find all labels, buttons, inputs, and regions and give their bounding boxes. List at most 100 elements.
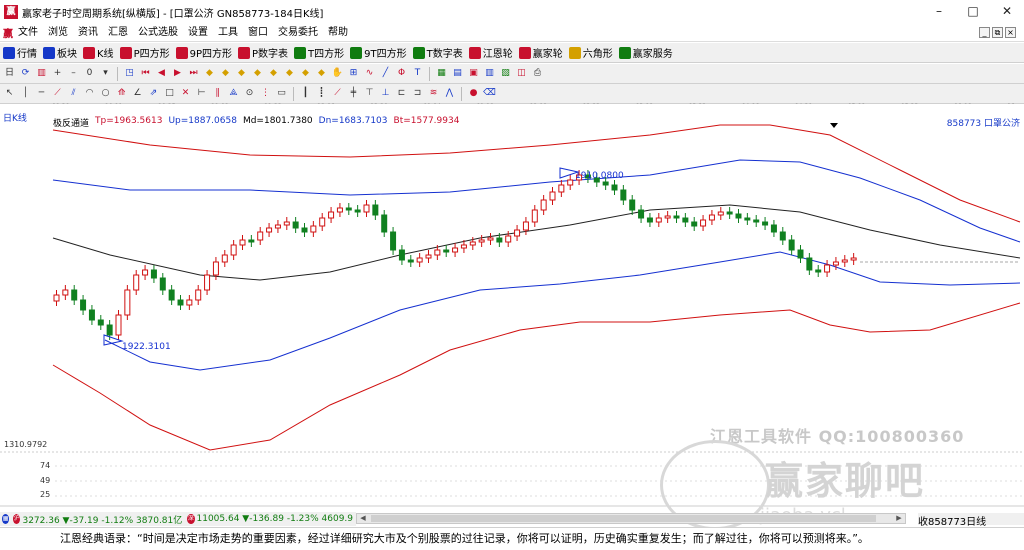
cross-icon[interactable]: ✕	[179, 87, 192, 100]
cursor-icon[interactable]: ◳	[123, 67, 136, 80]
sh-index-value: 3272.36 ▼-37.19 -1.12% 3870.81亿	[22, 515, 183, 526]
eraser-icon[interactable]: ⌫	[483, 87, 496, 100]
zigzag-icon[interactable]: ⋀	[443, 87, 456, 100]
pointer-icon[interactable]: ↖	[3, 87, 16, 100]
diamond7-icon[interactable]: ◆	[299, 67, 312, 80]
print-icon[interactable]: ⎙	[531, 67, 544, 80]
toolbar-item-9[interactable]: 江恩轮	[468, 45, 513, 60]
toolbar-item-10[interactable]: 赢家轮	[518, 45, 563, 60]
wave-icon[interactable]: ≋	[427, 87, 440, 100]
split-icon[interactable]: ╪	[347, 87, 360, 100]
gann-fan-icon[interactable]: ⟁	[227, 87, 240, 100]
arc-icon[interactable]: ◠	[83, 87, 96, 100]
hand-icon[interactable]: ✋	[331, 67, 344, 80]
measure-icon[interactable]: ⊢	[195, 87, 208, 100]
fib-icon[interactable]: Φ	[395, 67, 408, 80]
fan-icon[interactable]: ⟰	[115, 87, 128, 100]
next-icon[interactable]: ▶	[171, 67, 184, 80]
maximize-button[interactable]: □	[956, 0, 990, 24]
period-icon[interactable]: 日	[3, 67, 16, 80]
curve-icon[interactable]: ∿	[363, 67, 376, 80]
chart-type-icon[interactable]: ▥	[35, 67, 48, 80]
toolbar-item-3[interactable]: P四方形	[119, 45, 170, 60]
car-icon[interactable]: ◫	[515, 67, 528, 80]
bracket-icon[interactable]: ⊏	[395, 87, 408, 100]
toolbar-item-12[interactable]: 赢家服务	[618, 45, 673, 60]
candle-body	[611, 184, 618, 191]
candle-body	[257, 231, 264, 241]
close-button[interactable]: ✕	[990, 0, 1024, 24]
time-zone-icon[interactable]: ⋮	[259, 87, 272, 100]
menu-tools[interactable]: 工具	[213, 24, 243, 42]
bracket2-icon[interactable]: ⊐	[411, 87, 424, 100]
arrow-icon[interactable]: ⇗	[147, 87, 160, 100]
hline-icon[interactable]: ─	[35, 87, 48, 100]
diamond2-icon[interactable]: ◆	[219, 67, 232, 80]
parallel-icon[interactable]: ∥	[211, 87, 224, 100]
vline-icon[interactable]: │	[19, 87, 32, 100]
table4-icon[interactable]: ▥	[483, 67, 496, 80]
first-icon[interactable]: ⏮	[139, 67, 152, 80]
circle-icon[interactable]: ○	[99, 87, 112, 100]
trend-icon[interactable]: ⟋	[331, 87, 344, 100]
toolbar-item-1[interactable]: 板块	[43, 45, 77, 60]
toolbar-item-11[interactable]: 六角形	[568, 45, 613, 60]
angle-icon[interactable]: ∠	[131, 87, 144, 100]
menu-formula[interactable]: 公式选股	[133, 24, 183, 42]
color-icon[interactable]: ●	[467, 87, 480, 100]
diamond3-icon[interactable]: ◆	[235, 67, 248, 80]
stats-icon[interactable]: ▧	[499, 67, 512, 80]
menu-trade[interactable]: 交易委托	[273, 24, 323, 42]
box-icon[interactable]: ▭	[275, 87, 288, 100]
table3-icon[interactable]: ▣	[467, 67, 480, 80]
last-icon[interactable]: ⏭	[187, 67, 200, 80]
scroll-thumb[interactable]	[371, 515, 876, 522]
label-icon[interactable]: ⊥	[379, 87, 392, 100]
toolbar-item-6[interactable]: T四方形	[294, 45, 344, 60]
table1-icon[interactable]: ▦	[435, 67, 448, 80]
bars-icon[interactable]: ┋	[315, 87, 328, 100]
toolbar-item-4[interactable]: 9P四方形	[175, 45, 232, 60]
zoom-out-icon[interactable]: –	[67, 67, 80, 80]
menu-gann[interactable]: 汇恩	[103, 24, 133, 42]
mdi-restore-button[interactable]: ⧉	[992, 27, 1003, 38]
scroll-right-icon[interactable]: ▶	[893, 514, 905, 523]
diamond8-icon[interactable]: ◆	[315, 67, 328, 80]
horizontal-scrollbar[interactable]: ◀ ▶	[356, 513, 906, 524]
dropdown-icon[interactable]: ▾	[99, 67, 112, 80]
refresh-icon[interactable]: ⟳	[19, 67, 32, 80]
ray-icon[interactable]: ⟋	[51, 87, 64, 100]
menu-file[interactable]: 文件	[13, 24, 43, 42]
text-tool-icon[interactable]: T	[411, 67, 424, 80]
diamond6-icon[interactable]: ◆	[283, 67, 296, 80]
diamond4-icon[interactable]: ◆	[251, 67, 264, 80]
menu-browse[interactable]: 浏览	[43, 24, 73, 42]
menu-help[interactable]: 帮助	[323, 24, 353, 42]
diamond5-icon[interactable]: ◆	[267, 67, 280, 80]
minimize-button[interactable]: –	[922, 0, 956, 24]
diamond1-icon[interactable]: ◆	[203, 67, 216, 80]
toolbar-item-5[interactable]: P数字表	[238, 45, 288, 60]
candle-body	[398, 249, 405, 261]
menu-window[interactable]: 窗口	[243, 24, 273, 42]
bar-icon[interactable]: ┃	[299, 87, 312, 100]
mark-icon[interactable]: ⊤	[363, 87, 376, 100]
toolbar-item-0[interactable]: 行情	[3, 45, 37, 60]
zoom-in-icon[interactable]: +	[51, 67, 64, 80]
menu-settings[interactable]: 设置	[183, 24, 213, 42]
channel-icon[interactable]: ⫽	[67, 87, 80, 100]
mdi-close-button[interactable]: ×	[1005, 27, 1016, 38]
table2-icon[interactable]: ▤	[451, 67, 464, 80]
prev-icon[interactable]: ◀	[155, 67, 168, 80]
toolbar-item-8[interactable]: T数字表	[412, 45, 463, 60]
grid-tool-icon[interactable]: ⊞	[347, 67, 360, 80]
zero-icon[interactable]: 0	[83, 67, 96, 80]
mdi-minimize-button[interactable]: _	[979, 27, 990, 38]
cycle-icon[interactable]: ⊙	[243, 87, 256, 100]
toolbar-item-7[interactable]: 9T四方形	[350, 45, 407, 60]
square-icon[interactable]: □	[163, 87, 176, 100]
scroll-left-icon[interactable]: ◀	[357, 514, 369, 523]
toolbar-item-2[interactable]: K线	[83, 45, 114, 60]
line-tool-icon[interactable]: ╱	[379, 67, 392, 80]
menu-info[interactable]: 资讯	[73, 24, 103, 42]
